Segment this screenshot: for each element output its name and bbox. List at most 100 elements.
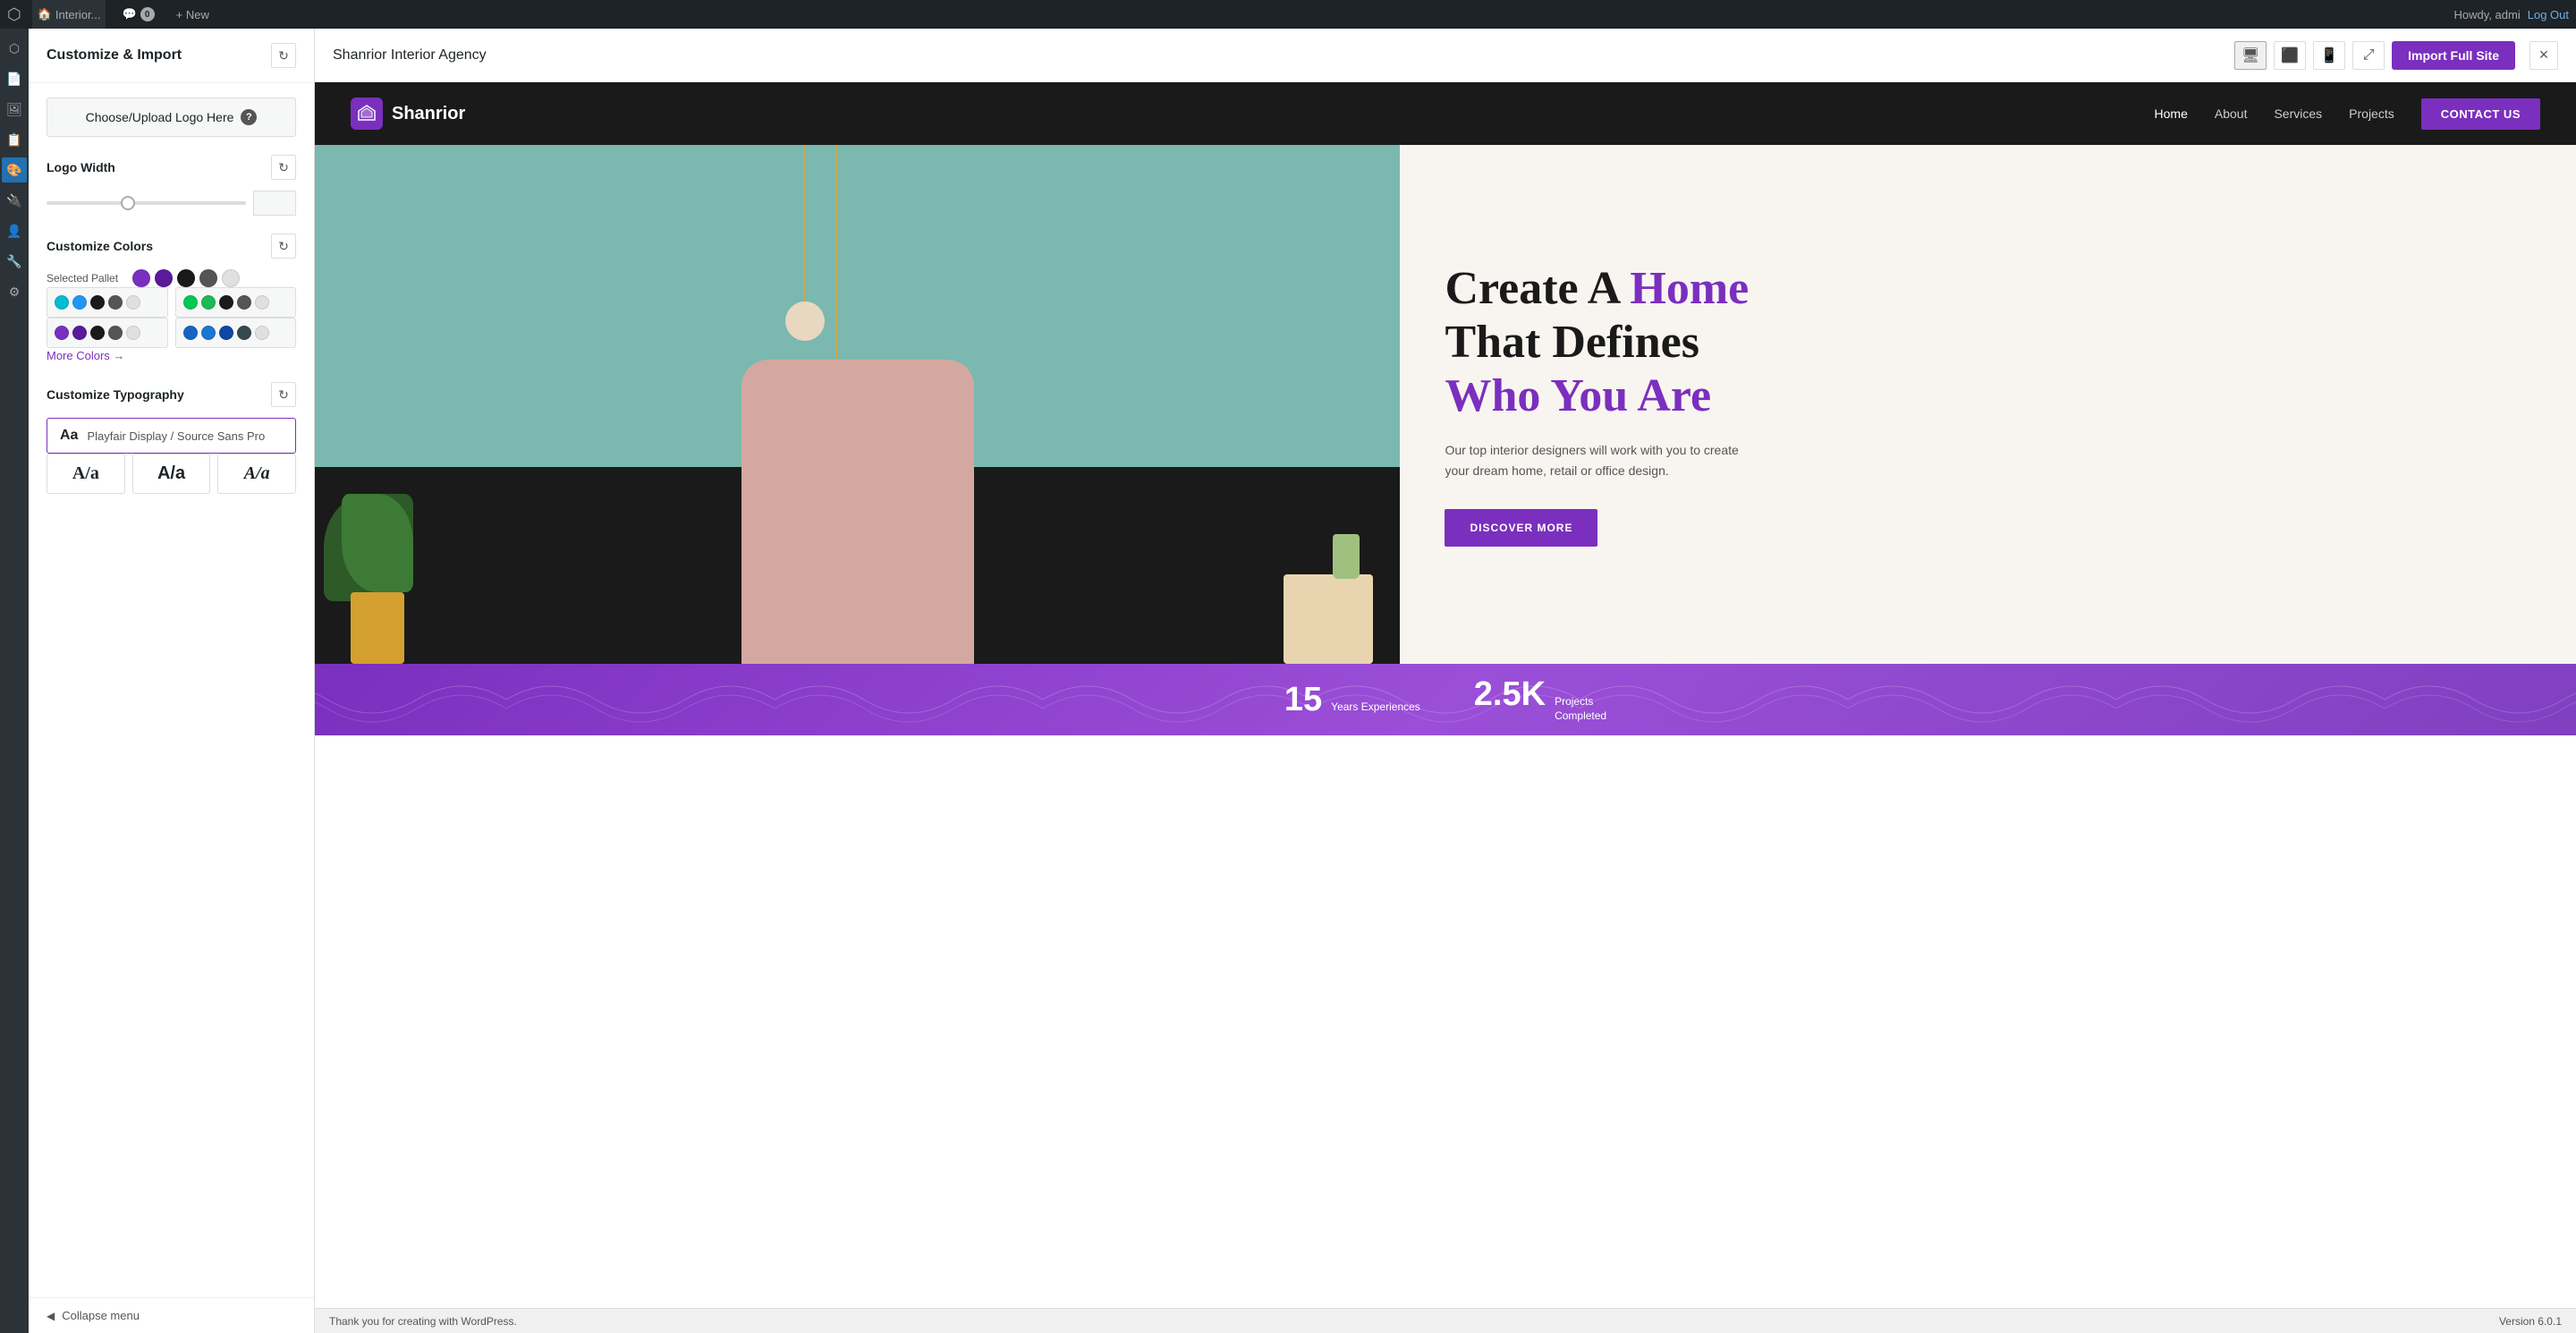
- selected-color-1[interactable]: [132, 269, 150, 287]
- typography-reset[interactable]: ↻: [271, 382, 296, 407]
- p4-c3: [219, 326, 233, 340]
- p3-c5: [126, 326, 140, 340]
- typography-header: Customize Typography ↻: [47, 382, 296, 407]
- font-variant-1[interactable]: A/a: [47, 454, 125, 494]
- collapse-icon: ◀: [47, 1310, 55, 1322]
- website-preview: Shanrior Home About Services Projects CO…: [315, 82, 2576, 1308]
- wp-media-icon[interactable]: 🖼: [2, 97, 27, 122]
- selected-palette-dots: [132, 269, 240, 287]
- hero-headline-accent: Home: [1630, 263, 1749, 314]
- wp-posts-icon[interactable]: 📄: [2, 66, 27, 91]
- secondary-font-name: Source Sans Pro: [177, 429, 265, 443]
- selected-color-2[interactable]: [155, 269, 173, 287]
- home-icon: 🏠: [38, 7, 52, 21]
- hero-image: [315, 145, 1400, 664]
- logo-upload-button[interactable]: Choose/Upload Logo Here ?: [47, 98, 296, 137]
- font-variant-2[interactable]: A/a: [132, 454, 211, 494]
- pendant-cord-2: [835, 145, 837, 360]
- p4-c5: [255, 326, 269, 340]
- palette-group-1: [47, 287, 296, 318]
- discover-more-btn[interactable]: DISCOVER MORE: [1445, 509, 1597, 547]
- p1-c3: [90, 295, 105, 310]
- stats-banner: 15 Years Experiences 2.5K Projects Compl…: [315, 664, 2576, 735]
- logo-width-reset[interactable]: ↻: [271, 155, 296, 180]
- logo-width-title: Logo Width: [47, 160, 115, 174]
- more-colors-link[interactable]: More Colors →: [47, 349, 124, 362]
- customize-body: Choose/Upload Logo Here ? Logo Width ↻ C…: [29, 83, 314, 508]
- p2-c4: [237, 295, 251, 310]
- wp-logo[interactable]: ⬡: [7, 5, 21, 24]
- selected-color-3[interactable]: [177, 269, 195, 287]
- collapse-label: Collapse menu: [62, 1309, 140, 1322]
- nav-projects[interactable]: Projects: [2349, 106, 2394, 121]
- p3-c2: [72, 326, 87, 340]
- wp-users-icon[interactable]: 👤: [2, 218, 27, 243]
- preview-header: Shanrior Interior Agency 🖥 ⬛ 📱 ⤢ Import …: [315, 29, 2576, 82]
- main-layout: ⬡ 📄 🖼 📋 🎨 🔌 👤 🔧 ⚙ Customize & Import ↻ C…: [0, 29, 2576, 1333]
- colors-section: Customize Colors ↻ Selected Pallet: [47, 233, 296, 364]
- p4-c2: [201, 326, 216, 340]
- font-card-primary[interactable]: Aa Playfair Display / Source Sans Pro: [47, 418, 296, 454]
- plant-leaf-2: [342, 494, 413, 592]
- logo-width-slider[interactable]: [47, 201, 246, 205]
- nav-home[interactable]: Home: [2155, 106, 2188, 121]
- selected-color-4[interactable]: [199, 269, 217, 287]
- wp-settings-icon[interactable]: ⚙: [2, 279, 27, 304]
- admin-bar-site[interactable]: 🏠 Interior...: [32, 0, 106, 29]
- logo-help-icon[interactable]: ?: [241, 109, 257, 125]
- palette-card-blue[interactable]: [175, 318, 297, 348]
- palette-card-purple[interactable]: [47, 318, 168, 348]
- font-variant-3[interactable]: A/a: [217, 454, 296, 494]
- palette-card-green[interactable]: [175, 287, 297, 318]
- colors-reset[interactable]: ↻: [271, 233, 296, 259]
- bottom-bar: Thank you for creating with WordPress. V…: [315, 1308, 2576, 1333]
- collapse-menu[interactable]: ◀ Collapse menu: [29, 1297, 314, 1333]
- preview-controls: 🖥 ⬛ 📱 ⤢ Import Full Site ×: [2234, 41, 2558, 70]
- nav-cta-button[interactable]: CONTACT US: [2421, 98, 2540, 130]
- logo-width-section: Logo Width ↻: [47, 155, 296, 216]
- comments-item[interactable]: 💬 0: [116, 0, 159, 29]
- palette-card-cyan[interactable]: [47, 287, 168, 318]
- primary-font-name: Playfair Display: [87, 429, 167, 443]
- stat-years-desc: Years Experiences: [1331, 700, 1420, 715]
- colors-title: Customize Colors: [47, 239, 153, 253]
- p4-c4: [237, 326, 251, 340]
- comment-count: 0: [140, 7, 155, 21]
- font-separator: /: [171, 429, 174, 443]
- mobile-btn[interactable]: 📱: [2313, 41, 2345, 70]
- p2-c2: [201, 295, 216, 310]
- refresh-button[interactable]: ↻: [271, 43, 296, 68]
- site-nav: Shanrior Home About Services Projects CO…: [315, 82, 2576, 145]
- logout-link[interactable]: Log Out: [2528, 8, 2569, 21]
- plant-pot: [351, 592, 404, 664]
- wp-tools-icon[interactable]: 🔧: [2, 249, 27, 274]
- fullscreen-btn[interactable]: ⤢: [2352, 41, 2385, 70]
- p1-c2: [72, 295, 87, 310]
- p3-c1: [55, 326, 69, 340]
- selected-color-5[interactable]: [222, 269, 240, 287]
- hero-subtitle: Our top interior designers will work wit…: [1445, 440, 1749, 480]
- logo-width-header: Logo Width ↻: [47, 155, 296, 180]
- tablet-btn[interactable]: ⬛: [2274, 41, 2306, 70]
- wp-pages-icon[interactable]: 📋: [2, 127, 27, 152]
- hero-image-column: [315, 145, 1400, 664]
- p4-c1: [183, 326, 198, 340]
- wp-customize-icon[interactable]: 🎨: [2, 157, 27, 183]
- typography-section: Customize Typography ↻ Aa Playfair Displ…: [47, 382, 296, 494]
- stat-item-years: 15 Years Experiences: [1284, 681, 1420, 719]
- wp-dashboard-icon[interactable]: ⬡: [2, 36, 27, 61]
- desktop-btn[interactable]: 🖥: [2234, 41, 2267, 70]
- close-preview-btn[interactable]: ×: [2529, 41, 2558, 70]
- new-item[interactable]: + New: [171, 0, 215, 29]
- hero-content-column: Create A Home That Defines Who You Are O…: [1400, 145, 2576, 664]
- slider-container: [47, 191, 296, 216]
- stat-years-number: 15: [1284, 681, 1322, 719]
- nav-about[interactable]: About: [2215, 106, 2248, 121]
- customize-title: Customize & Import: [47, 47, 182, 64]
- nav-services[interactable]: Services: [2274, 106, 2322, 121]
- wp-plugins-icon[interactable]: 🔌: [2, 188, 27, 213]
- logo-width-input[interactable]: [253, 191, 296, 216]
- import-full-site-btn[interactable]: Import Full Site: [2392, 41, 2515, 70]
- typography-title: Customize Typography: [47, 387, 184, 402]
- hero-headline-part3: Who You Are: [1445, 370, 1711, 421]
